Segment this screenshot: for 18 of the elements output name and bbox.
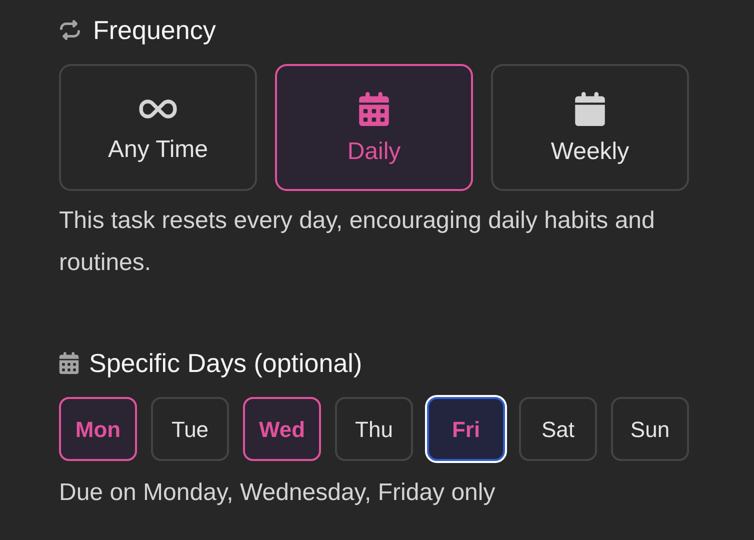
repeat-icon	[59, 20, 81, 40]
calendar-icon	[575, 92, 605, 126]
frequency-option[interactable]: Weekly	[491, 64, 689, 191]
frequency-description: This task resets every day, encouraging daily habits and routines.	[59, 206, 656, 278]
day-toggle[interactable]: Wed	[243, 397, 321, 461]
section-title: Specific Days (optional)	[89, 346, 362, 380]
day-toggle[interactable]: Sat	[519, 397, 597, 461]
day-toggle[interactable]: Tue	[151, 397, 229, 461]
section-title: Frequency	[93, 14, 216, 46]
calendar-icon	[59, 352, 79, 374]
day-toggle[interactable]: Thu	[335, 397, 413, 461]
calendar-icon	[359, 92, 389, 126]
day-toggle[interactable]: Fri	[427, 397, 505, 461]
day-toggle[interactable]: Sun	[611, 397, 689, 461]
frequency-option[interactable]: Daily	[275, 64, 473, 191]
days-summary: Due on Monday, Wednesday, Friday only	[59, 478, 496, 508]
day-toggle[interactable]: Mon	[59, 397, 137, 461]
frequency-option[interactable]: Any Time	[59, 64, 257, 191]
